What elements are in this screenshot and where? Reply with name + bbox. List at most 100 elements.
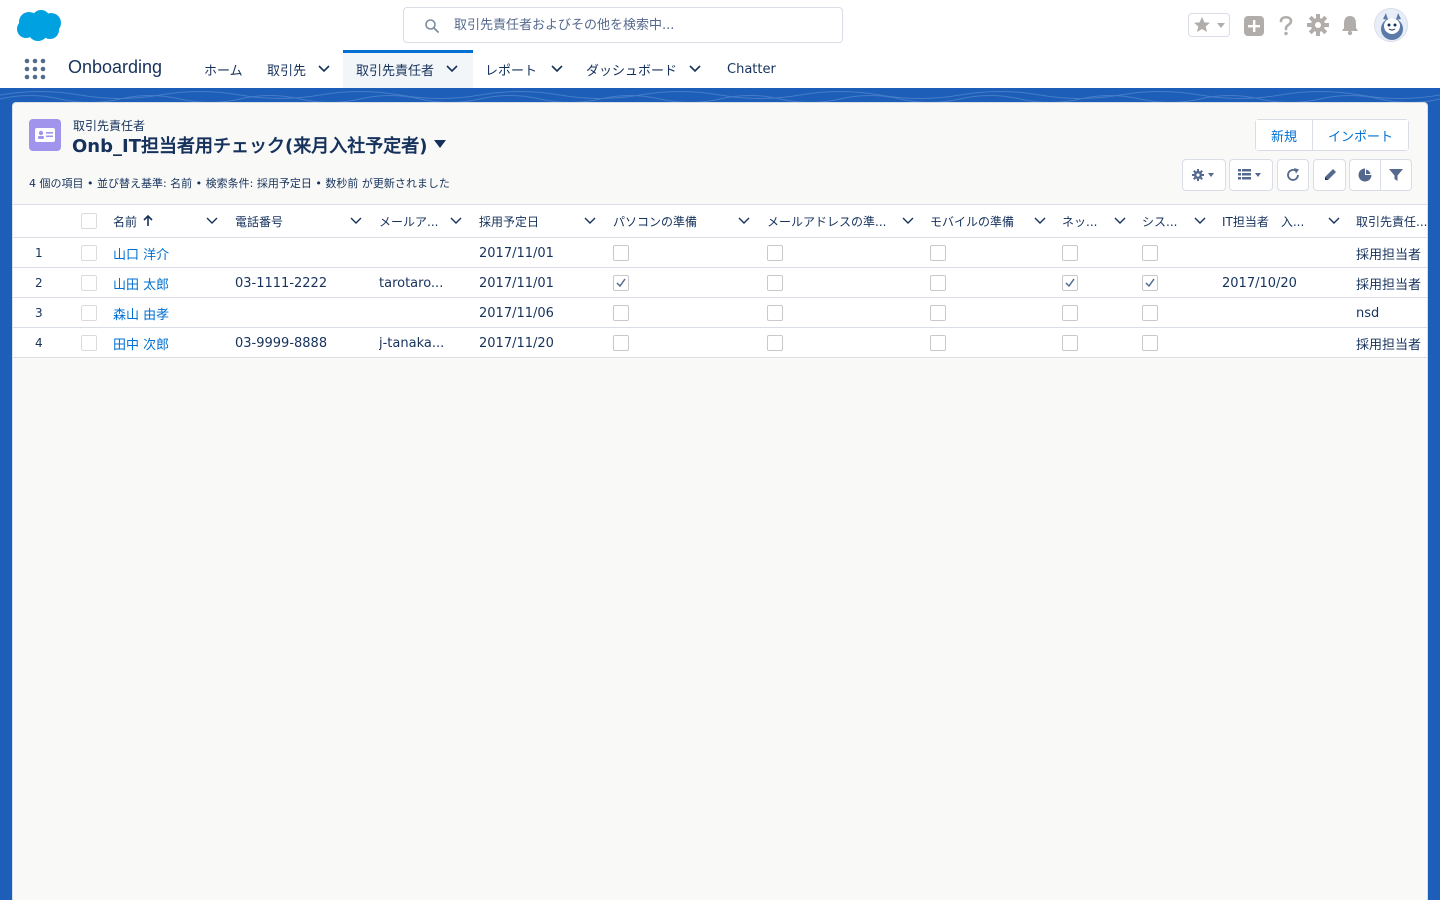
table-header: 名前 電話番号 メールア... 採用予定日 パソコンの準備 メールアドレスの準.… <box>13 204 1427 238</box>
column-header-system[interactable]: シス... <box>1142 205 1177 237</box>
hire-date-cell: 2017/11/20 <box>479 335 554 351</box>
sys-checkbox <box>1142 275 1158 291</box>
chevron-down-icon[interactable] <box>1034 217 1046 225</box>
caret-down-icon <box>1217 23 1225 28</box>
column-header-label: メールアドレスの準... <box>767 214 887 229</box>
bell-icon[interactable] <box>1338 13 1362 37</box>
nav-item-home[interactable]: ホーム <box>193 50 254 88</box>
row-number: 3 <box>35 306 43 320</box>
filter-icon <box>1389 169 1403 181</box>
it-date-cell: 2017/10/20 <box>1222 275 1297 291</box>
chevron-down-icon[interactable] <box>551 65 563 73</box>
owner-cell: 採用担当者 <box>1356 337 1422 353</box>
column-header-label: パソコンの準備 <box>613 214 698 229</box>
contact-name-link[interactable]: 山田 太郎 <box>113 274 169 293</box>
chevron-down-icon[interactable] <box>450 217 462 225</box>
email-cell[interactable] <box>379 298 469 328</box>
column-header-pc-ready[interactable]: パソコンの準備 <box>613 205 697 237</box>
add-icon[interactable] <box>1242 14 1266 38</box>
chevron-down-icon[interactable] <box>318 65 330 73</box>
help-icon[interactable] <box>1274 13 1298 37</box>
avatar[interactable] <box>1374 8 1408 42</box>
chevron-down-icon[interactable] <box>1114 217 1126 225</box>
column-header-it-date[interactable]: IT担当者 入... <box>1222 205 1304 237</box>
pc-checkbox <box>613 275 629 291</box>
column-header-phone[interactable]: 電話番号 <box>235 205 283 237</box>
inline-edit-button[interactable] <box>1313 159 1346 191</box>
column-header-owner[interactable]: 取引先責任... <box>1356 205 1427 237</box>
global-search[interactable] <box>403 7 843 43</box>
email-cell[interactable]: tarotaro... <box>379 268 469 298</box>
column-header-mail-ready[interactable]: メールアドレスの準... <box>767 205 886 237</box>
table-row[interactable]: 4 田中 次郎 03-9999-8888 j-tanaka... 2017/11/20 採… <box>13 328 1427 358</box>
mobile-checkbox <box>930 245 946 261</box>
column-header-label: メールア... <box>379 214 439 229</box>
row-select-checkbox[interactable] <box>81 305 97 321</box>
chevron-down-icon[interactable] <box>689 65 701 73</box>
hire-date-cell: 2017/11/01 <box>479 275 554 291</box>
column-header-email[interactable]: メールア... <box>379 205 438 237</box>
chevron-down-icon[interactable] <box>584 217 596 225</box>
chevron-down-icon[interactable] <box>446 65 458 73</box>
email-cell[interactable] <box>379 238 469 268</box>
import-button[interactable]: インポート <box>1312 120 1409 150</box>
chevron-down-icon[interactable] <box>738 217 750 225</box>
row-select-checkbox[interactable] <box>81 275 97 291</box>
nav-item-contacts[interactable]: 取引先責任者 <box>343 50 473 88</box>
email-cell[interactable]: j-tanaka... <box>379 328 469 358</box>
list-settings-button[interactable] <box>1182 159 1226 191</box>
nav-item-label: 取引先責任者 <box>356 63 435 79</box>
phone-cell: 03-1111-2222 <box>235 275 328 291</box>
list-settings-icon <box>1192 169 1214 181</box>
nav-item-chatter[interactable]: Chatter <box>715 50 788 88</box>
row-number: 4 <box>35 336 43 350</box>
chevron-down-icon[interactable] <box>902 217 914 225</box>
chevron-down-icon[interactable] <box>1328 217 1340 225</box>
pc-checkbox <box>613 335 629 351</box>
column-header-label: 名前 <box>113 214 138 229</box>
nav-item-accounts[interactable]: 取引先 <box>256 50 341 88</box>
charts-button[interactable] <box>1349 159 1381 191</box>
row-select-checkbox[interactable] <box>81 245 97 261</box>
column-header-network[interactable]: ネッ... <box>1062 205 1097 237</box>
table-row[interactable]: 2 山田 太郎 03-1111-2222 tarotaro... 2017/11/01 2… <box>13 268 1427 298</box>
nav-item-reports[interactable]: レポート <box>473 50 575 88</box>
column-header-label: シス... <box>1142 214 1178 229</box>
phone-cell <box>235 238 370 268</box>
display-as-button[interactable] <box>1229 159 1273 191</box>
row-select-checkbox[interactable] <box>81 335 97 351</box>
list-view-picker-icon[interactable] <box>433 139 447 149</box>
chevron-down-icon[interactable] <box>350 217 362 225</box>
salesforce-cloud-logo[interactable] <box>16 9 62 41</box>
search-icon <box>425 19 439 33</box>
filters-button[interactable] <box>1380 159 1412 191</box>
chevron-down-icon[interactable] <box>1194 217 1206 225</box>
contact-name-link[interactable]: 森山 由孝 <box>113 304 169 323</box>
nav-item-dashboards[interactable]: ダッシュボード <box>574 50 713 88</box>
search-input[interactable] <box>454 8 834 42</box>
list-view-title[interactable]: Onb_IT担当者用チェック(来月入社予定者) <box>72 132 427 158</box>
column-header-mobile-ready[interactable]: モバイルの準備 <box>930 205 1014 237</box>
contact-name-link[interactable]: 田中 次郎 <box>113 334 169 353</box>
navigation-bar: Onboarding ホーム 取引先 取引先責任者 レポート ダッシュボード C… <box>0 50 1440 88</box>
refresh-button[interactable] <box>1277 159 1309 191</box>
net-checkbox <box>1062 335 1078 351</box>
app-name: Onboarding <box>68 57 163 77</box>
column-header-name[interactable]: 名前 <box>113 205 153 237</box>
select-all-checkbox[interactable] <box>81 213 97 229</box>
net-checkbox <box>1062 275 1078 291</box>
table-row[interactable]: 3 森山 由孝 2017/11/06 nsd <box>13 298 1427 328</box>
column-header-hire-date[interactable]: 採用予定日 <box>479 205 539 237</box>
app-launcher-icon[interactable] <box>24 58 46 80</box>
favorites-button[interactable] <box>1188 13 1230 37</box>
mail-checkbox <box>767 335 783 351</box>
gear-icon[interactable] <box>1306 13 1330 37</box>
contact-name-link[interactable]: 山口 洋介 <box>113 244 169 263</box>
mobile-checkbox <box>930 275 946 291</box>
table-row[interactable]: 1 山口 洋介 2017/11/01 採用担当者 <box>13 238 1427 268</box>
global-header <box>0 0 1440 50</box>
chevron-down-icon[interactable] <box>206 217 218 225</box>
new-button[interactable]: 新規 <box>1256 120 1313 150</box>
owner-cell: nsd <box>1356 305 1380 321</box>
column-header-label: 取引先責任... <box>1356 214 1427 229</box>
